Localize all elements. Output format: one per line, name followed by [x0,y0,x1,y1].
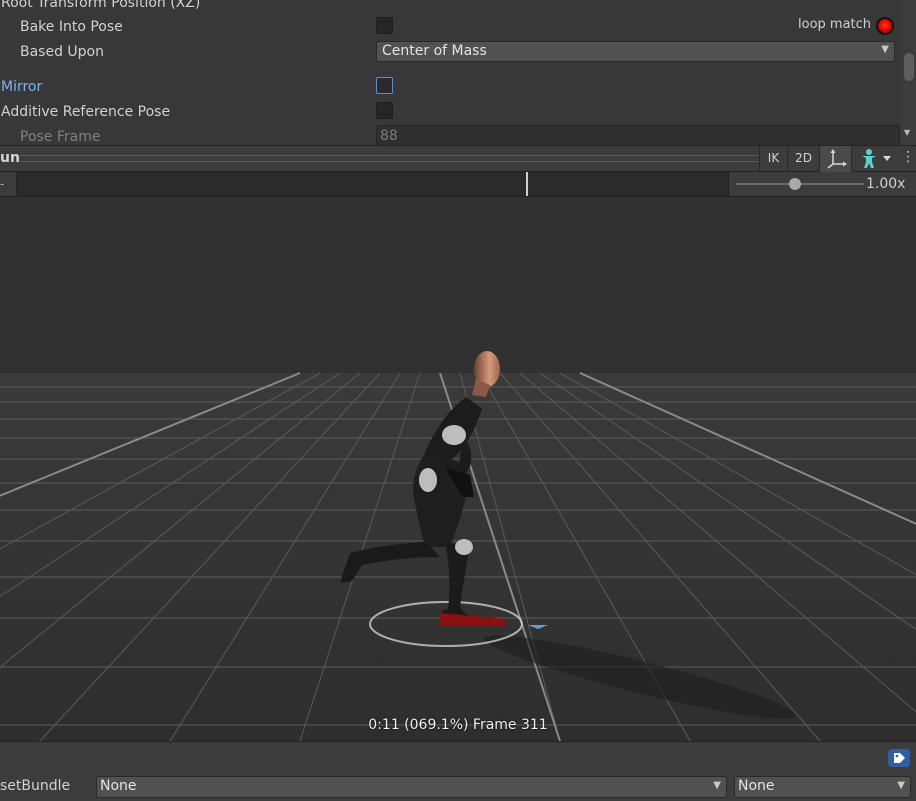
playback-speed-value: 1.00x [866,176,906,192]
preview-scene [0,351,916,741]
mirror-checkbox[interactable] [376,77,393,94]
mirror-label: Mirror [1,79,43,95]
additive-reference-pose-label: Additive Reference Pose [1,104,171,120]
pivot-toggle-button[interactable] [819,146,851,172]
additive-reference-pose-row: Additive Reference Pose [0,101,900,126]
based-upon-row: Based Upon Center of Mass ▼ [0,41,900,66]
asset-bundle-variant-value: None [738,778,775,794]
mirror-row: Mirror [0,76,900,101]
asset-bundle-dropdown[interactable]: None ▼ [96,776,727,798]
animation-clip-inspector: Root Transform Position (XZ) Bake Into P… [0,0,916,146]
timeline-left-marker: - [0,177,5,191]
chevron-down-icon: ▼ [713,780,721,791]
preview-timeline: - 1.00x [0,172,916,197]
pose-frame-field[interactable]: 88 [376,125,900,146]
bake-into-pose-checkbox[interactable] [376,17,393,34]
humanoid-avatar-icon [861,149,891,168]
timeline-playhead[interactable] [526,172,528,196]
based-upon-dropdown[interactable]: Center of Mass ▼ [376,41,895,62]
chevron-down-icon: ▼ [881,44,889,55]
animation-preview-viewport[interactable]: 0:11 (069.1%) Frame 311 [0,197,916,741]
pose-frame-value: 88 [380,128,398,144]
playback-speed-slider-thumb[interactable] [789,178,801,190]
loop-match-indicator-icon [876,17,894,35]
preview-toolbar: un IK 2D ⋮ [0,145,916,172]
bake-into-pose-label: Bake Into Pose [20,19,123,35]
ik-toggle-button[interactable]: IK [759,146,787,172]
scroll-down-arrow-icon[interactable]: ▼ [904,128,910,137]
pivot-axes-icon [827,149,847,169]
additive-reference-pose-checkbox[interactable] [376,102,393,119]
based-upon-value: Center of Mass [382,43,487,59]
preview-drag-handle[interactable] [20,155,758,162]
timeline-scrubber[interactable] [16,172,729,196]
tag-glyph-icon [894,753,905,763]
more-options-icon[interactable]: ⋮ [901,149,915,165]
frame-info-label: 0:11 (069.1%) Frame 311 [368,717,548,733]
avatar-selector-button[interactable] [851,146,897,172]
root-transform-position-xz-header[interactable]: Root Transform Position (XZ) [1,0,200,12]
bake-into-pose-row: Bake Into Pose [0,16,900,41]
preview-title: un [0,150,20,166]
based-upon-label: Based Upon [20,44,104,60]
inspector-scrollbar[interactable]: ▼ [901,0,916,145]
asset-bundle-bar: setBundle None ▼ None ▼ [0,741,916,801]
asset-bundle-label: setBundle [0,778,71,794]
asset-bundle-variant-dropdown[interactable]: None ▼ [734,776,911,798]
asset-bundle-value: None [100,778,137,794]
scrollbar-thumb[interactable] [904,53,914,81]
two-d-toggle-button[interactable]: 2D [787,146,819,172]
loop-match-label: loop match [798,17,872,32]
pose-frame-label: Pose Frame [20,129,101,145]
chevron-down-icon: ▼ [897,780,905,791]
label-tag-icon[interactable] [888,749,910,767]
